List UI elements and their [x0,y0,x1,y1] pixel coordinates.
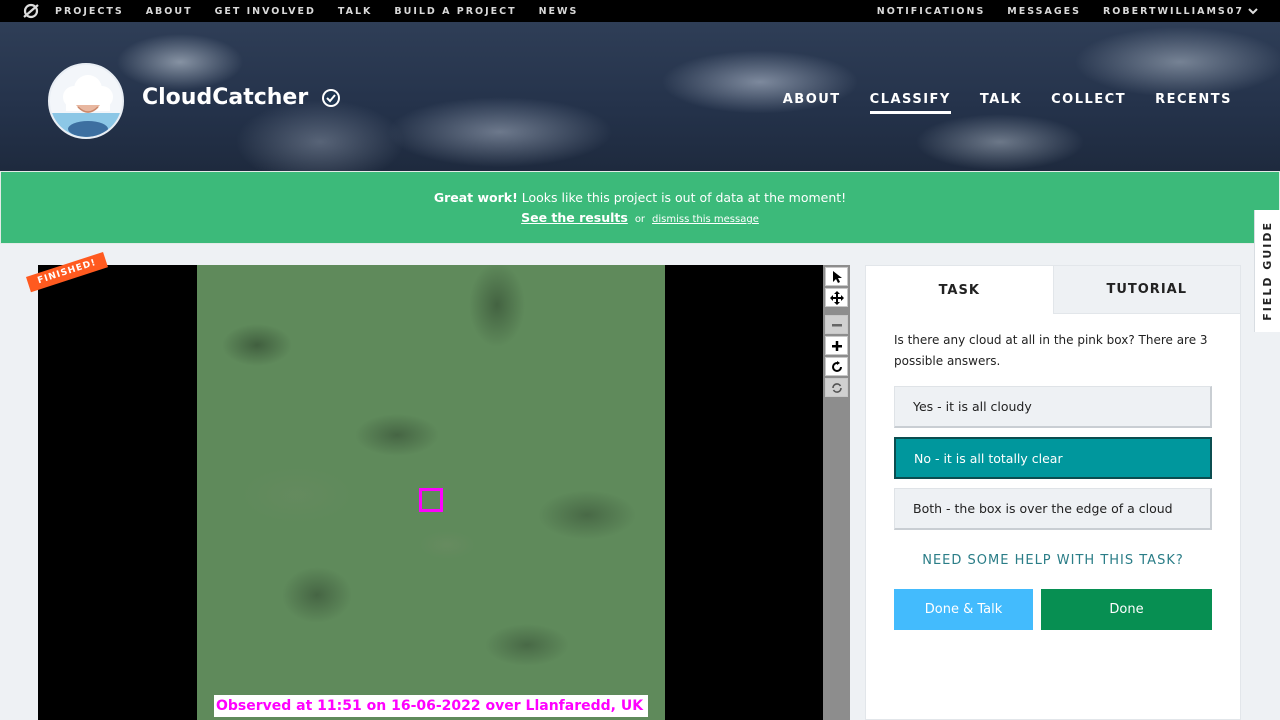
out-of-data-banner: Great work! Looks like this project is o… [0,171,1280,244]
project-nav-classify[interactable]: CLASSIFY [869,92,951,114]
observation-caption: Observed at 11:51 on 16-06-2022 over Lla… [214,695,648,717]
pink-target-box [419,488,443,512]
banner-or: or [634,214,646,225]
reset-icon [831,382,842,393]
viewer-toolbar [823,265,850,720]
pointer-icon [832,270,842,283]
project-nav-about[interactable]: ABOUT [783,92,841,114]
banner-message: Great work! Looks like this project is o… [434,190,846,205]
done-button[interactable]: Done [1041,589,1212,630]
move-icon [829,290,844,305]
task-tabs: TASK TUTORIAL [866,266,1240,314]
answer-no-clear[interactable]: No - it is all totally clear [894,437,1212,479]
user-menu[interactable]: ROBERTWILLIAMS07 [1103,6,1258,17]
satellite-image[interactable]: Observed at 11:51 on 16-06-2022 over Lla… [197,265,665,720]
project-nav-talk[interactable]: TALK [980,92,1022,114]
nav-get-involved[interactable]: GET INVOLVED [215,6,316,17]
banner-text: Looks like this project is out of data a… [517,190,847,205]
project-nav-collect[interactable]: COLLECT [1051,92,1126,114]
move-tool-button[interactable] [825,288,848,307]
answer-list: Yes - it is all cloudy No - it is all to… [894,386,1212,530]
banner-bold: Great work! [433,190,518,205]
site-navigation: PROJECTS ABOUT GET INVOLVED TALK BUILD A… [0,0,1280,22]
zooniverse-logo-icon[interactable] [21,1,41,21]
zoom-in-button[interactable] [825,336,848,355]
minus-icon [831,323,842,326]
nav-messages[interactable]: MESSAGES [1007,6,1081,17]
zoom-out-button[interactable] [825,315,848,334]
pointer-tool-button[interactable] [825,267,848,286]
nav-about[interactable]: ABOUT [146,6,193,17]
field-guide-tab[interactable]: FIELD GUIDE [1254,210,1280,332]
see-results-link[interactable]: See the results [521,210,628,225]
project-title-wrap: CloudCatcher [142,85,341,110]
tab-task[interactable]: TASK [866,266,1053,314]
field-guide-label: FIELD GUIDE [1261,221,1274,321]
project-title[interactable]: CloudCatcher [142,85,308,110]
task-panel: TASK TUTORIAL Is there any cloud at all … [865,265,1241,720]
task-actions: Done & Talk Done [894,589,1212,630]
project-navigation: ABOUT CLASSIFY TALK COLLECT RECENTS [754,92,1232,114]
done-and-talk-button[interactable]: Done & Talk [894,589,1033,630]
nav-news[interactable]: NEWS [539,6,579,17]
nav-projects[interactable]: PROJECTS [55,6,124,17]
project-nav-recents[interactable]: RECENTS [1155,92,1232,114]
tab-tutorial[interactable]: TUTORIAL [1052,266,1240,314]
username: ROBERTWILLIAMS07 [1102,5,1244,17]
rotate-button[interactable] [825,357,848,376]
nav-notifications[interactable]: NOTIFICATIONS [877,6,986,17]
chevron-down-icon [1248,8,1258,15]
banner-links: See the results or dismiss this message [521,210,759,225]
task-question: Is there any cloud at all in the pink bo… [894,333,1208,368]
answer-yes-cloudy[interactable]: Yes - it is all cloudy [894,386,1212,428]
subject-viewer[interactable]: Observed at 11:51 on 16-06-2022 over Lla… [38,265,823,720]
rotate-icon [831,360,842,372]
answer-both-edge[interactable]: Both - the box is over the edge of a clo… [894,488,1212,530]
nav-build-a-project[interactable]: BUILD A PROJECT [394,6,516,17]
project-header: CloudCatcher ABOUT CLASSIFY TALK COLLECT… [0,22,1280,171]
project-avatar[interactable] [48,63,124,139]
task-help-link[interactable]: NEED SOME HELP WITH THIS TASK? [866,553,1240,568]
nav-talk[interactable]: TALK [338,6,373,17]
plus-icon [831,340,842,351]
dismiss-message-link[interactable]: dismiss this message [652,214,759,225]
reset-button[interactable] [825,378,848,397]
verified-badge-icon [322,88,341,107]
